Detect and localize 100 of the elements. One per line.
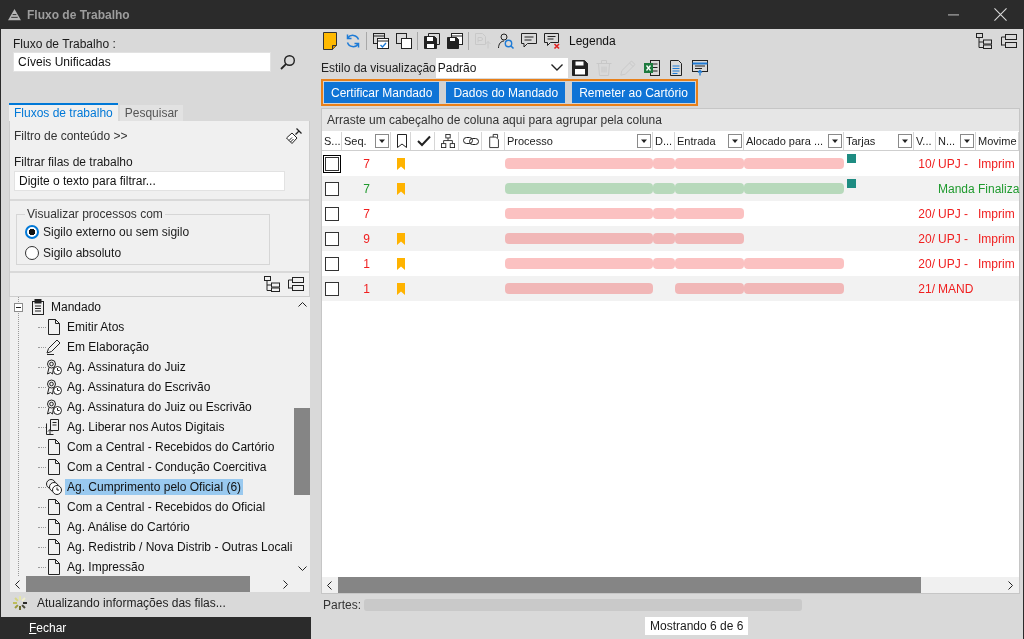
filter-field[interactable]: Digite o texto para filtrar... (14, 171, 285, 191)
scrollbar-thumb[interactable] (294, 408, 310, 495)
page-icon (48, 499, 60, 515)
tree-item[interactable]: Emitir Atos (65, 319, 127, 335)
filter-dropdown-icon[interactable] (960, 134, 974, 148)
table-cell: 7 (363, 206, 370, 221)
column-header[interactable]: Processo (505, 132, 653, 150)
tree-item[interactable]: Ag. Assinatura do Juiz ou Escrivão (65, 399, 254, 415)
tree-item[interactable]: Em Elaboração (65, 339, 152, 355)
action-button[interactable]: Remeter ao Cartório (572, 82, 695, 103)
column-header[interactable]: Seq. (342, 132, 391, 150)
tree-item[interactable]: Ag. Liberar nos Autos Digitais (65, 419, 227, 435)
checkbox[interactable] (325, 206, 339, 221)
filter-dropdown-icon[interactable] (828, 134, 842, 148)
checkbox[interactable] (325, 256, 339, 271)
filter-dropdown-icon[interactable] (728, 134, 742, 148)
table-cell: 9 (363, 231, 370, 246)
column-header[interactable]: S... (322, 132, 342, 150)
workflow-field[interactable]: Cíveis Unificadas (13, 52, 271, 72)
refresh-icon[interactable] (344, 33, 361, 49)
document-lines-icon[interactable] (667, 59, 684, 76)
tree-item[interactable]: Com a Central - Recebidos do Oficial (65, 499, 268, 515)
collapse-icon[interactable] (14, 302, 23, 312)
scroll-right-icon[interactable] (1008, 580, 1013, 590)
checkbox[interactable] (325, 231, 339, 246)
hierarchy-icon[interactable] (264, 276, 280, 292)
column-header[interactable]: Alocado para ... (744, 132, 844, 150)
tree-item[interactable]: Ag. Cumprimento pelo Oficial (6) (65, 479, 244, 495)
tree-item[interactable]: Com a Central - Condução Coercitiva (65, 459, 269, 475)
checkbox[interactable] (325, 281, 339, 296)
pages-icon (488, 134, 500, 148)
tree-item[interactable]: Com a Central - Recebidos do Cartório (65, 439, 277, 455)
radio-button[interactable] (25, 245, 39, 260)
page-icon (48, 439, 60, 455)
tree-item[interactable]: Ag. Assinatura do Juiz (65, 359, 188, 375)
horizontal-scrollbar[interactable] (322, 577, 1019, 593)
spinner-icon (12, 595, 28, 611)
scroll-down-icon[interactable] (297, 566, 307, 571)
action-button[interactable]: Certificar Mandado (324, 82, 440, 103)
table-row[interactable]: 1 21/ MAND (322, 276, 1019, 301)
page-icon (48, 539, 60, 555)
action-button[interactable]: Dados do Mandado (446, 82, 566, 103)
filter-dropdown-icon[interactable] (637, 134, 651, 148)
close-button[interactable]: Fechar (1, 617, 311, 639)
check-icon (416, 134, 431, 148)
speech-bubble-icon[interactable] (520, 33, 537, 49)
scrollbar-thumb[interactable] (26, 576, 250, 592)
tree-item[interactable]: Ag. Impressão (65, 559, 147, 575)
close-icon[interactable] (994, 8, 1007, 21)
tree-item[interactable]: Ag. Assinatura do Escrivão (65, 379, 213, 395)
table-cell-text: UPJ - (937, 256, 968, 271)
clipboard-icon (31, 299, 45, 315)
window-export-icon[interactable] (691, 59, 708, 76)
scroll-right-icon[interactable] (283, 579, 288, 589)
column-header[interactable]: D... (653, 132, 675, 150)
floppy-stack-icon[interactable] (423, 33, 440, 49)
option-label[interactable]: Sigilo absoluto (43, 245, 122, 260)
scroll-left-icon[interactable] (15, 579, 20, 589)
hierarchy-icon[interactable] (976, 33, 992, 49)
column-header[interactable]: V... (914, 132, 936, 150)
column-header[interactable]: Movime (976, 132, 1019, 150)
column-header[interactable]: N... (936, 132, 976, 150)
spreadsheet-icon[interactable] (643, 59, 660, 76)
floppy-window-icon[interactable] (446, 33, 463, 49)
option-label[interactable]: Sigilo externo ou sem sigilo (43, 224, 190, 239)
panels-icon[interactable] (1001, 33, 1017, 49)
table-row[interactable]: 9 20/ UPJ - Imprim (322, 226, 1019, 251)
tree-item[interactable]: Ag. Análise do Cartório (65, 519, 192, 535)
table-cell-text: UPJ - (937, 156, 968, 171)
filter-dropdown-icon[interactable] (898, 134, 912, 148)
tree-item[interactable]: Mandado (49, 299, 104, 315)
minimize-icon[interactable] (948, 13, 959, 16)
panels-icon[interactable] (288, 276, 304, 292)
scrollbar-thumb[interactable] (338, 577, 921, 593)
tree-item[interactable]: Ag. Redistrib / Nova Distrib - Outras Locali (65, 539, 294, 555)
legend-link[interactable]: Legenda (569, 34, 616, 48)
save-icon[interactable] (571, 59, 588, 76)
view-style-dropdown[interactable]: Padrão (435, 57, 568, 78)
search-icon[interactable] (280, 54, 296, 70)
copy-icon[interactable] (395, 33, 412, 49)
scroll-up-icon[interactable] (297, 302, 307, 307)
column-header[interactable]: Entrada (675, 132, 744, 150)
document-icon[interactable] (322, 32, 337, 50)
window-check-icon[interactable] (372, 33, 389, 49)
broom-icon[interactable] (286, 128, 302, 144)
clocks-icon (46, 479, 62, 495)
scroll-left-icon[interactable] (327, 580, 332, 590)
pen-icon (46, 339, 62, 355)
filter-toggle-link[interactable]: Filtro de conteúdo >> (14, 129, 128, 143)
parts-label: Partes: (323, 598, 361, 612)
speech-bubble-x-icon[interactable] (543, 33, 560, 49)
filter-dropdown-icon[interactable] (375, 134, 389, 148)
user-search-icon[interactable] (497, 33, 514, 49)
checkbox[interactable] (325, 181, 339, 196)
tab[interactable]: Fluxos de trabalho (9, 103, 118, 121)
seal-clock-icon (46, 399, 62, 415)
field-label: Filtrar filas de trabalho (14, 155, 133, 170)
radio-button[interactable] (25, 224, 39, 239)
column-header[interactable]: Tarjas (844, 132, 914, 150)
tab[interactable]: Pesquisar (119, 105, 184, 121)
